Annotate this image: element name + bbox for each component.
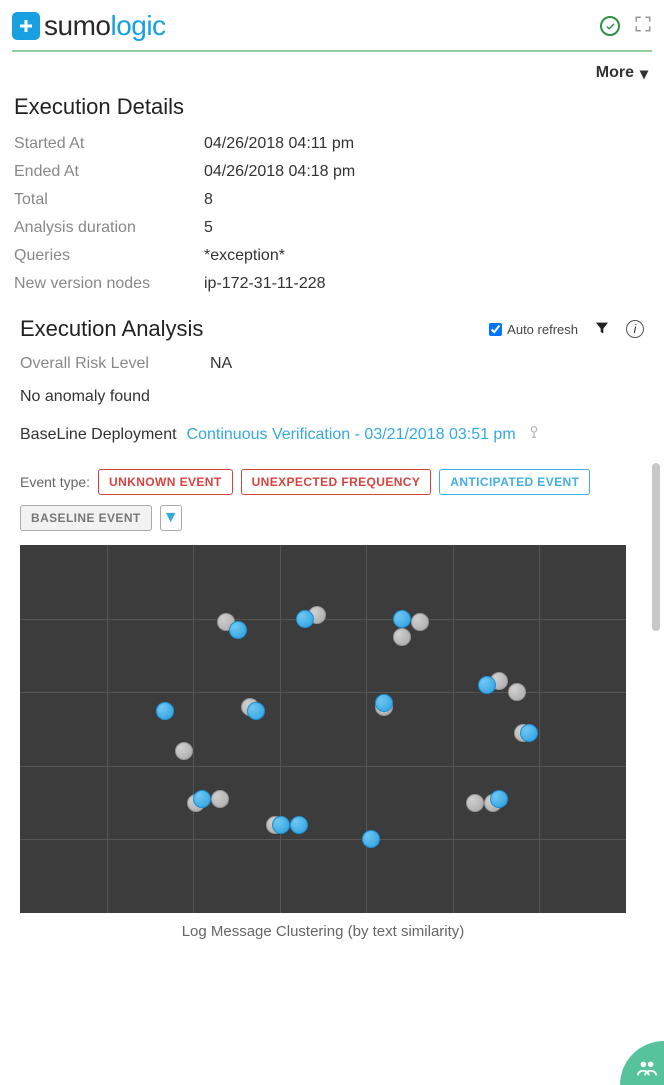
plus-icon [17,17,35,35]
status-success-icon [600,16,620,36]
chip-anticipated-event[interactable]: ANTICIPATED EVENT [439,469,590,495]
info-icon[interactable]: i [626,320,644,338]
exec-detail-row: Ended At04/26/2018 04:18 pm [14,158,650,186]
chip-unexpected-frequency[interactable]: UNEXPECTED FREQUENCY [241,469,432,495]
pin-icon[interactable] [526,424,542,445]
top-bar-actions [600,15,652,38]
fullscreen-icon[interactable] [634,15,652,38]
exec-detail-row: Queries*exception* [14,242,650,270]
chevron-down-icon: ▾ [640,64,648,84]
exec-detail-row: Analysis duration5 [14,214,650,242]
cluster-point-anticipated[interactable] [393,610,411,628]
cluster-point-baseline[interactable] [411,613,429,631]
brand-logo-mark [12,12,40,40]
baseline-chip-row: BASELINE EVENT ▼ [20,501,644,545]
cluster-chart-wrap: Log Message Clustering (by text similari… [20,545,626,946]
event-type-label: Event type: [20,474,90,490]
cluster-point-anticipated[interactable] [296,610,314,628]
cluster-point-anticipated[interactable] [478,676,496,694]
more-label: More [596,64,634,84]
exec-detail-value: 04/26/2018 04:18 pm [204,163,355,181]
overall-risk-value: NA [210,355,232,373]
exec-detail-label: Total [14,191,204,209]
analysis-scroll-area: Event type: UNKNOWN EVENT UNEXPECTED FRE… [0,463,664,946]
baseline-deployment-row: BaseLine Deployment Continuous Verificat… [0,418,664,463]
cluster-chart[interactable] [20,545,626,913]
cluster-point-anticipated[interactable] [375,694,393,712]
exec-detail-label: New version nodes [14,275,204,293]
auto-refresh-checkbox[interactable] [489,323,502,336]
exec-detail-value: 8 [204,191,213,209]
cluster-point-anticipated[interactable] [362,830,380,848]
cluster-point-baseline[interactable] [393,628,411,646]
cluster-point-baseline[interactable] [466,794,484,812]
divider [12,50,652,52]
filter-icon[interactable] [594,320,610,339]
top-bar: sumologic [0,0,664,50]
execution-details-title: Execution Details [14,94,650,120]
cluster-point-anticipated[interactable] [156,702,174,720]
exec-detail-row: Total8 [14,186,650,214]
cluster-point-anticipated[interactable] [290,816,308,834]
exec-detail-label: Analysis duration [14,219,204,237]
exec-detail-value: ip-172-31-11-228 [204,275,326,293]
help-fab[interactable] [620,1041,664,1085]
execution-analysis-header: Execution Analysis Auto refresh i [0,302,664,348]
cluster-point-baseline[interactable] [508,683,526,701]
cluster-point-anticipated[interactable] [272,816,290,834]
exec-detail-row: New version nodesip-172-31-11-228 [14,270,650,298]
exec-detail-row: Started At04/26/2018 04:11 pm [14,130,650,158]
chip-baseline-event[interactable]: BASELINE EVENT [20,505,152,531]
more-menu[interactable]: More ▾ [0,52,664,84]
cluster-point-anticipated[interactable] [490,790,508,808]
cluster-point-anticipated[interactable] [193,790,211,808]
execution-details-section: Execution Details Started At04/26/2018 0… [0,84,664,302]
exec-detail-label: Ended At [14,163,204,181]
scrollbar[interactable] [652,463,660,631]
analysis-controls: Auto refresh i [489,320,644,339]
auto-refresh-toggle[interactable]: Auto refresh [489,322,578,337]
baseline-deployment-link[interactable]: Continuous Verification - 03/21/2018 03:… [187,426,516,444]
cluster-point-baseline[interactable] [175,742,193,760]
cluster-point-baseline[interactable] [211,790,229,808]
auto-refresh-label: Auto refresh [507,322,578,337]
brand-name: sumologic [44,10,166,42]
brand-logo: sumologic [12,10,166,42]
baseline-deployment-label: BaseLine Deployment [20,426,177,444]
event-type-dropdown[interactable]: ▼ [160,505,182,531]
exec-detail-label: Queries [14,247,204,265]
cluster-point-anticipated[interactable] [229,621,247,639]
cluster-point-anticipated[interactable] [247,702,265,720]
anomaly-status: No anomaly found [0,386,664,418]
overall-risk-label: Overall Risk Level [20,355,210,373]
exec-detail-value: *exception* [204,247,285,265]
exec-detail-value: 5 [204,219,213,237]
people-icon [636,1057,658,1079]
exec-detail-value: 04/26/2018 04:11 pm [204,135,354,153]
chip-unknown-event[interactable]: UNKNOWN EVENT [98,469,233,495]
execution-analysis-title: Execution Analysis [20,316,203,342]
overall-risk-row: Overall Risk Level NA [0,348,664,386]
cluster-point-anticipated[interactable] [520,724,538,742]
exec-detail-label: Started At [14,135,204,153]
event-type-row: Event type: UNKNOWN EVENT UNEXPECTED FRE… [20,463,644,501]
cluster-chart-caption: Log Message Clustering (by text similari… [20,913,626,946]
